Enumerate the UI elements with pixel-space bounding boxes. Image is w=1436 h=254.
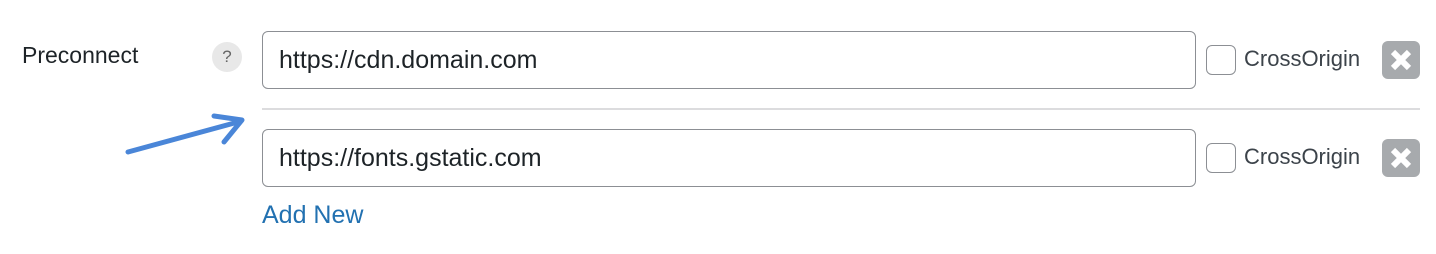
close-icon — [1390, 49, 1412, 71]
crossorigin-checkbox[interactable] — [1206, 45, 1236, 75]
add-new-link[interactable]: Add New — [262, 201, 363, 230]
question-mark-icon[interactable]: ? — [212, 42, 242, 72]
close-icon — [1390, 147, 1412, 169]
crossorigin-checkbox[interactable] — [1206, 143, 1236, 173]
preconnect-url-input[interactable] — [262, 31, 1196, 89]
remove-row-button[interactable] — [1382, 41, 1420, 79]
remove-row-button[interactable] — [1382, 139, 1420, 177]
crossorigin-label: CrossOrigin — [1244, 46, 1361, 71]
arrow-icon — [125, 113, 245, 155]
preconnect-row: CrossOrigin — [262, 129, 1420, 187]
preconnect-url-input[interactable] — [262, 129, 1196, 187]
field-label: Preconnect — [22, 42, 139, 68]
row-divider — [262, 108, 1420, 110]
preconnect-row: CrossOrigin — [262, 31, 1420, 89]
preconnect-settings: Preconnect ? CrossOrigin CrossOrigin Add… — [0, 0, 1436, 254]
crossorigin-label: CrossOrigin — [1244, 144, 1361, 169]
